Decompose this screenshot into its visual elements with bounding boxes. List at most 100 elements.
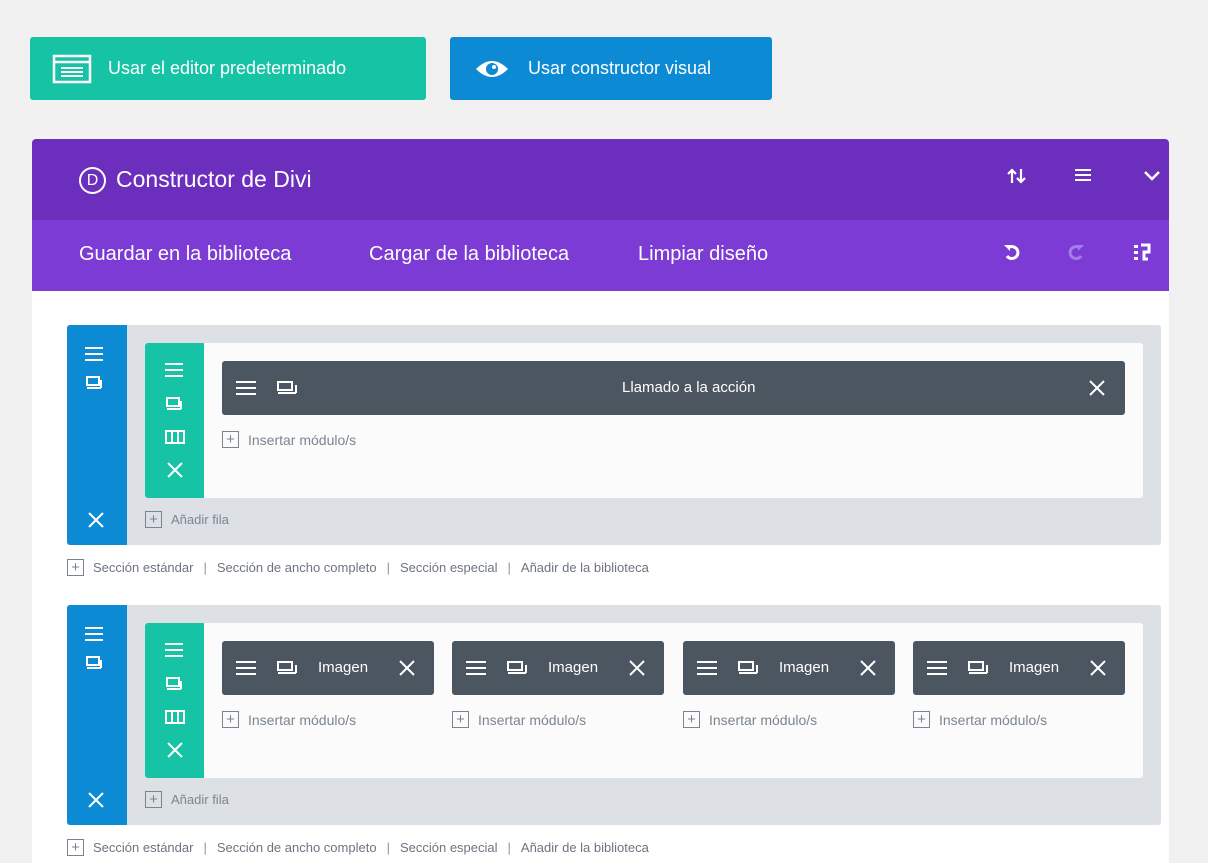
columns-icon[interactable]	[165, 710, 185, 729]
insert-module-label: Insertar módulo/s	[248, 431, 357, 448]
plus-icon: +	[145, 511, 162, 528]
plus-icon: +	[145, 791, 162, 808]
undo-icon[interactable]	[998, 242, 1026, 268]
divi-builder: D Constructor de Divi Guardar en la bibl…	[32, 139, 1169, 863]
plus-icon: +	[222, 711, 239, 728]
hamburger-icon[interactable]	[234, 379, 258, 401]
insert-module-label: Insertar módulo/s	[709, 711, 818, 728]
plus-icon: +	[683, 711, 700, 728]
use-visual-builder-button[interactable]: Usar constructor visual	[450, 37, 772, 100]
duplicate-icon[interactable]	[165, 676, 183, 697]
close-icon[interactable]	[166, 741, 184, 764]
hamburger-icon[interactable]	[234, 659, 258, 681]
use-default-editor-button[interactable]: Usar el editor predeterminado	[30, 37, 426, 100]
builder-title: Constructor de Divi	[116, 166, 312, 192]
duplicate-icon[interactable]	[85, 375, 103, 396]
close-icon[interactable]	[1088, 379, 1106, 401]
use-visual-builder-label: Usar constructor visual	[528, 58, 712, 78]
duplicate-icon[interactable]	[737, 660, 759, 680]
row: Imagen Imagen Imagen Imagen + Insertar m…	[145, 623, 1143, 778]
close-icon[interactable]	[166, 461, 184, 484]
divi-logo: D	[79, 167, 106, 194]
insert-module-button[interactable]: + Insertar módulo/s	[452, 711, 586, 728]
module-image[interactable]: Imagen	[913, 641, 1125, 695]
hamburger-icon[interactable]	[464, 659, 488, 681]
load-from-library-link[interactable]: Cargar de la biblioteca	[369, 243, 569, 266]
close-icon[interactable]	[87, 511, 105, 534]
add-section-links: + Sección estándar | Sección de ancho co…	[67, 559, 649, 576]
separator: |	[386, 560, 390, 575]
section-controls	[67, 325, 127, 545]
close-icon[interactable]	[398, 659, 416, 681]
insert-module-button[interactable]: + Insertar módulo/s	[913, 711, 1047, 728]
special-section-link[interactable]: Sección especial	[400, 840, 498, 855]
menu-icon[interactable]	[1068, 166, 1098, 190]
duplicate-icon[interactable]	[506, 660, 528, 680]
hamburger-icon[interactable]	[163, 361, 185, 384]
standard-section-link[interactable]: Sección estándar	[93, 840, 193, 855]
special-section-link[interactable]: Sección especial	[400, 560, 498, 575]
module-label: Imagen	[779, 659, 830, 676]
separator: |	[203, 840, 207, 855]
insert-module-button[interactable]: + Insertar módulo/s	[222, 431, 356, 448]
hamburger-icon[interactable]	[163, 641, 185, 664]
insert-module-button[interactable]: + Insertar módulo/s	[683, 711, 817, 728]
duplicate-icon[interactable]	[276, 660, 298, 680]
insert-module-label: Insertar módulo/s	[939, 711, 1048, 728]
plus-icon: +	[222, 431, 239, 448]
redo-icon[interactable]	[1062, 242, 1090, 268]
clear-layout-link[interactable]: Limpiar diseño	[638, 243, 768, 266]
duplicate-icon[interactable]	[967, 660, 989, 680]
portability-icon[interactable]	[1128, 242, 1156, 268]
module-label: Imagen	[318, 659, 369, 676]
plus-icon: +	[913, 711, 930, 728]
module-label: Imagen	[548, 659, 599, 676]
module-image[interactable]: Imagen	[222, 641, 434, 695]
close-icon[interactable]	[859, 659, 877, 681]
builder-toolbar: Guardar en la biblioteca Cargar de la bi…	[32, 220, 1169, 291]
eye-icon	[472, 54, 512, 84]
hamburger-icon[interactable]	[83, 625, 105, 648]
separator: |	[386, 840, 390, 855]
close-icon[interactable]	[1089, 659, 1107, 681]
module-image[interactable]: Imagen	[452, 641, 664, 695]
hamburger-icon[interactable]	[695, 659, 719, 681]
sort-icon[interactable]	[1002, 166, 1032, 192]
columns-icon[interactable]	[165, 430, 185, 449]
hamburger-icon[interactable]	[925, 659, 949, 681]
plus-icon: +	[67, 559, 84, 576]
insert-module-label: Insertar módulo/s	[478, 711, 587, 728]
row-controls	[145, 623, 204, 778]
fullwidth-section-link[interactable]: Sección de ancho completo	[217, 560, 377, 575]
module-image[interactable]: Imagen	[683, 641, 895, 695]
fullwidth-section-link[interactable]: Sección de ancho completo	[217, 840, 377, 855]
builder-header: D Constructor de Divi	[32, 139, 1169, 220]
module-call-to-action[interactable]: Llamado a la acción	[222, 361, 1125, 415]
close-icon[interactable]	[87, 791, 105, 814]
add-from-library-link[interactable]: Añadir de la biblioteca	[521, 840, 649, 855]
section-standard: Llamado a la acción + Insertar módulo/s …	[67, 325, 1161, 545]
separator: |	[507, 560, 511, 575]
add-row-button[interactable]: + Añadir fila	[145, 511, 229, 528]
section-controls	[67, 605, 127, 825]
add-section-links: + Sección estándar | Sección de ancho co…	[67, 839, 649, 856]
chevron-down-icon[interactable]	[1137, 166, 1167, 190]
document-icon	[52, 54, 92, 84]
add-row-button[interactable]: + Añadir fila	[145, 791, 229, 808]
duplicate-icon[interactable]	[276, 380, 298, 400]
save-to-library-link[interactable]: Guardar en la biblioteca	[79, 243, 291, 266]
hamburger-icon[interactable]	[83, 345, 105, 368]
use-default-editor-label: Usar el editor predeterminado	[108, 58, 347, 78]
duplicate-icon[interactable]	[165, 396, 183, 417]
insert-module-button[interactable]: + Insertar módulo/s	[222, 711, 356, 728]
duplicate-icon[interactable]	[85, 655, 103, 676]
standard-section-link[interactable]: Sección estándar	[93, 560, 193, 575]
separator: |	[203, 560, 207, 575]
row: Llamado a la acción + Insertar módulo/s	[145, 343, 1143, 498]
add-from-library-link[interactable]: Añadir de la biblioteca	[521, 560, 649, 575]
insert-module-label: Insertar módulo/s	[248, 711, 357, 728]
close-icon[interactable]	[628, 659, 646, 681]
row-controls	[145, 343, 204, 498]
module-label: Llamado a la acción	[622, 379, 756, 396]
separator: |	[507, 840, 511, 855]
